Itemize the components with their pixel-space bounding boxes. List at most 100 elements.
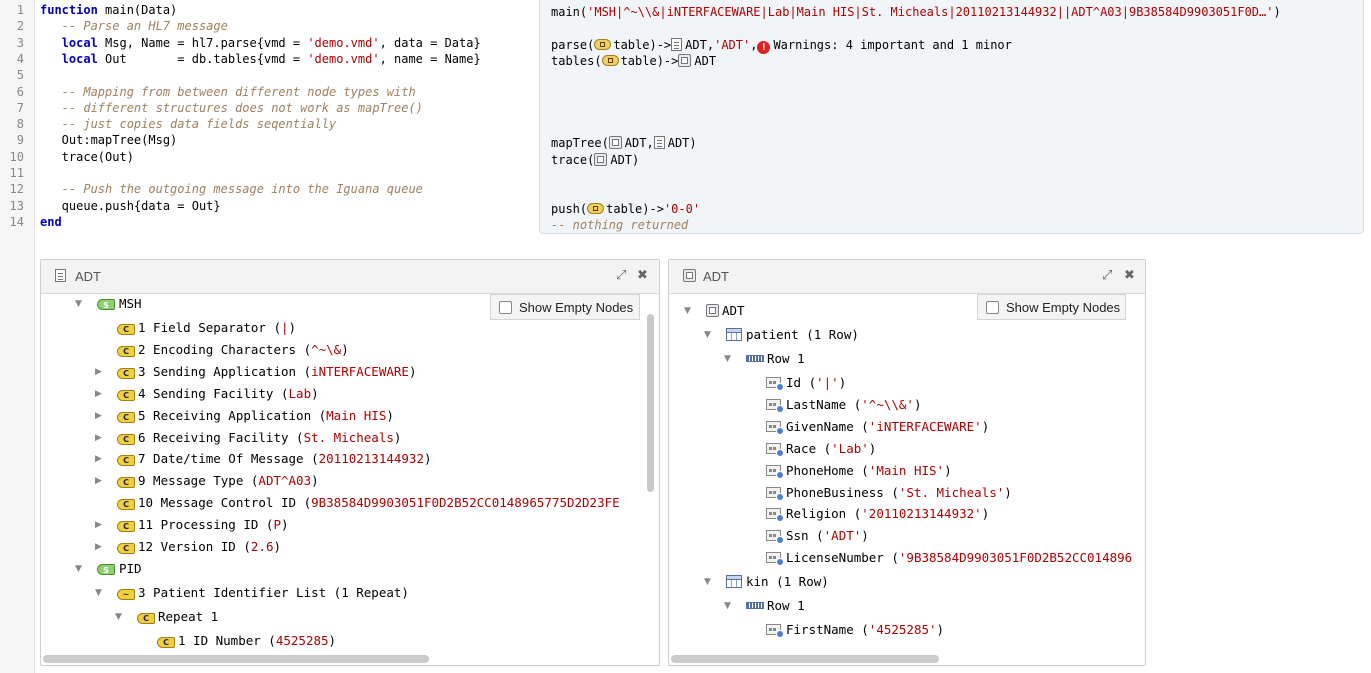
tree-node[interactable]: PhoneBusiness ('St. Micheals') <box>766 484 1012 502</box>
warning-icon[interactable]: ! <box>757 41 771 54</box>
expand-arrow-icon[interactable]: ▶ <box>95 407 102 425</box>
adt-tables-link[interactable]: ADT <box>610 153 632 167</box>
tree-node[interactable]: C7 Date/time Of Message (20110213144932) <box>117 450 432 468</box>
message-tree[interactable]: ▼ S MSH C 1 Field Separator (|) C 2 Encoding C… <box>41 294 659 651</box>
tree-node[interactable]: Race ('Lab') <box>766 440 876 458</box>
table-link[interactable]: table <box>613 38 649 52</box>
pop-out-icon[interactable]: ⤢ <box>1102 268 1112 283</box>
code-line[interactable]: Out:mapTree(Msg) <box>40 132 178 148</box>
code-line[interactable]: -- just copies data fields seqentially <box>40 116 337 132</box>
tree-node[interactable]: C 12 Version ID (2.6) <box>117 538 281 556</box>
panel-title: ADT <box>703 269 729 284</box>
vertical-scrollbar[interactable] <box>647 314 654 492</box>
tree-node[interactable]: C6 Receiving Facility (St. Micheals) <box>117 429 401 447</box>
expand-arrow-icon[interactable]: ▶ <box>95 429 102 447</box>
tree-node[interactable]: LicenseNumber ('9B38584D9903051F0D2B52CC… <box>766 549 1132 567</box>
expand-arrow-icon[interactable]: ▶ <box>95 472 102 490</box>
tree-node[interactable]: Row 1 <box>746 597 805 615</box>
collapse-arrow-icon[interactable]: ▼ <box>95 584 102 602</box>
tree-node[interactable]: Religion ('20110213144932') <box>766 505 989 523</box>
expand-arrow-icon[interactable]: ▶ <box>95 450 102 468</box>
code-line[interactable]: -- Mapping from between different node t… <box>40 84 416 100</box>
tree-node[interactable]: ~3 Patient Identifier List (1 Repeat) <box>117 584 409 602</box>
collapse-arrow-icon[interactable]: ▼ <box>75 560 82 578</box>
node-value: '^~\\&' <box>861 396 914 412</box>
expand-arrow-icon[interactable]: ▶ <box>95 516 102 534</box>
tree-node[interactable]: C5 Receiving Application (Main HIS) <box>117 407 394 425</box>
tree-node[interactable]: C3 Sending Application (iNTERFACEWARE) <box>117 363 416 381</box>
code-line[interactable]: end <box>40 214 62 230</box>
collapse-arrow-icon[interactable]: ▼ <box>684 302 691 320</box>
node-label: 1 ID Number ( <box>178 633 276 648</box>
horizontal-scrollbar[interactable] <box>671 655 939 663</box>
tree-node[interactable]: C4 Sending Facility (Lab) <box>117 385 319 403</box>
pop-out-icon[interactable]: ⤢ <box>616 268 626 283</box>
code-line[interactable]: local Out = db.tables{vmd = 'demo.vmd', … <box>40 51 481 67</box>
tables-tree[interactable]: ▼ ADT ▼ patient (1 Row) ▼ Row 1 Id ('|') LastNa… <box>669 294 1145 651</box>
node-label: ) <box>981 418 990 434</box>
tree-node[interactable]: ADT <box>706 302 745 320</box>
database-table-icon <box>706 304 719 317</box>
tree-node[interactable]: patient (1 Row) <box>726 326 859 344</box>
tree-node[interactable]: S PID <box>97 560 142 578</box>
panel-title: ADT <box>75 269 101 284</box>
adt-message-link[interactable]: ADT <box>668 136 690 150</box>
show-empty-nodes-checkbox[interactable] <box>986 301 999 314</box>
collapse-arrow-icon[interactable]: ▼ <box>724 597 731 615</box>
code-line[interactable]: trace(Out) <box>40 149 134 165</box>
table-icon <box>587 203 605 214</box>
tree-node[interactable]: C 10 Message Control ID (9B38584D9903051F… <box>117 494 620 512</box>
show-empty-nodes-toggle[interactable]: Show Empty Nodes <box>977 294 1126 320</box>
close-icon[interactable]: ✖ <box>637 268 648 283</box>
tree-node[interactable]: GivenName ('iNTERFACEWARE') <box>766 418 989 436</box>
tree-node[interactable]: C 11 Processing ID (P) <box>117 516 289 534</box>
collapse-arrow-icon[interactable]: ▼ <box>704 326 711 344</box>
annotation-main[interactable]: main('MSH|^~\\&|iNTERFACEWARE|Lab|Main H… <box>551 4 1281 20</box>
collapse-arrow-icon[interactable]: ▼ <box>704 573 711 591</box>
tree-node[interactable]: FirstName ('4525285') <box>766 621 944 639</box>
tree-node[interactable]: C1 Field Separator (|) <box>117 319 296 337</box>
node-value: St. Micheals <box>303 429 394 445</box>
main-argument-value[interactable]: 'MSH|^~\\&|iNTERFACEWARE|Lab|Main HIS|St… <box>587 5 1273 19</box>
collapse-arrow-icon[interactable]: ▼ <box>724 350 731 368</box>
table-link[interactable]: table <box>606 202 642 216</box>
adt-string-value[interactable]: 'ADT' <box>714 38 750 52</box>
adt-message-link[interactable]: ADT <box>685 38 707 52</box>
field-icon: C <box>117 389 135 401</box>
tree-node[interactable]: kin (1 Row) <box>726 573 829 591</box>
tree-node[interactable]: C1 ID Number (4525285) <box>157 632 336 650</box>
table-link[interactable]: table <box>621 54 657 68</box>
tree-node[interactable]: Id ('|') <box>766 374 846 392</box>
close-icon[interactable]: ✖ <box>1124 268 1135 283</box>
tree-node[interactable]: C Repeat 1 <box>137 608 218 626</box>
warnings-link[interactable]: Warnings: 4 important and 1 minor <box>773 38 1011 52</box>
adt-tables-link[interactable]: ADT <box>694 54 716 68</box>
collapse-arrow-icon[interactable]: ▼ <box>75 295 82 313</box>
tree-node[interactable]: S MSH <box>97 295 142 313</box>
collapse-arrow-icon[interactable]: ▼ <box>115 608 122 626</box>
adt-tables-link[interactable]: ADT <box>625 136 647 150</box>
show-empty-nodes-toggle[interactable]: Show Empty Nodes <box>490 294 640 320</box>
tree-node[interactable]: C2 Encoding Characters (^~\&) <box>117 341 349 359</box>
node-value: 'iNTERFACEWARE' <box>868 418 982 434</box>
expand-arrow-icon[interactable]: ▶ <box>95 385 102 403</box>
code-line[interactable]: queue.push{data = Out} <box>40 198 221 214</box>
horizontal-scrollbar[interactable] <box>43 655 429 663</box>
field-icon: C <box>117 521 135 533</box>
tree-node[interactable]: Row 1 <box>746 350 805 368</box>
tree-node[interactable]: C9 Message Type (ADT^A03) <box>117 472 319 490</box>
tree-node[interactable]: LastName ('^~\\&') <box>766 396 921 414</box>
code-line[interactable]: local Msg, Name = hl7.parse{vmd = 'demo.… <box>40 35 481 51</box>
tree-node[interactable]: Ssn ('ADT') <box>766 527 869 545</box>
show-empty-nodes-checkbox[interactable] <box>499 301 512 314</box>
code-line[interactable]: function main(Data) <box>40 2 177 18</box>
expand-arrow-icon[interactable]: ▶ <box>95 363 102 381</box>
tree-node[interactable]: PhoneHome ('Main HIS') <box>766 462 952 480</box>
push-result-value[interactable]: '0-0' <box>664 202 700 216</box>
expand-arrow-icon[interactable]: ▶ <box>95 538 102 556</box>
node-value: 'ADT' <box>823 528 862 544</box>
code-line[interactable]: -- Push the outgoing message into the Ig… <box>40 181 423 197</box>
code-line[interactable]: -- Parse an HL7 message <box>40 18 228 34</box>
code-line[interactable]: -- different structures does not work as… <box>40 100 423 116</box>
node-label: 12 Version ID ( <box>138 539 251 554</box>
